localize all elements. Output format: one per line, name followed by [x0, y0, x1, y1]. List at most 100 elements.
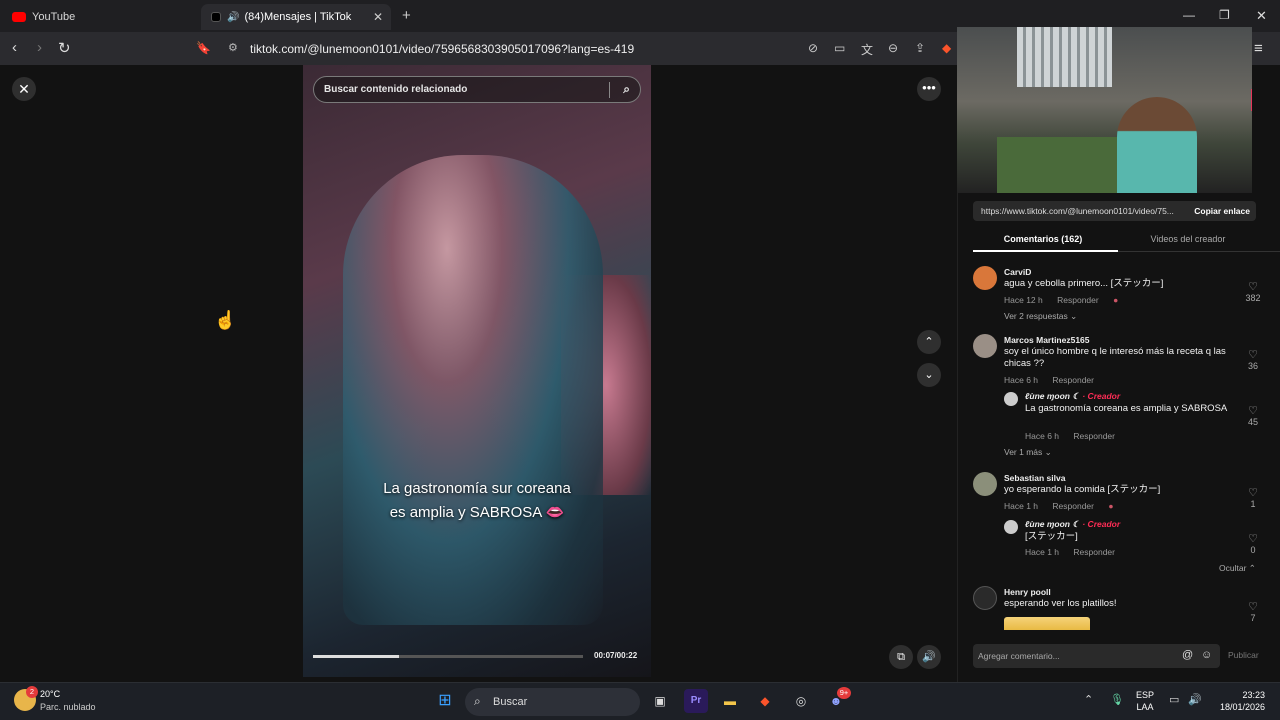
avatar[interactable]	[973, 334, 997, 358]
speaker-icon[interactable]: 🔊	[227, 12, 239, 23]
comment-user[interactable]: Sebastian silva	[1004, 473, 1065, 483]
close-tab-icon[interactable]: ✕	[373, 10, 383, 24]
temperature[interactable]: 20°C	[40, 689, 60, 699]
brave-browser-icon[interactable]: ◆	[753, 689, 777, 713]
system-clock[interactable]: 23:23 18/01/2026	[1212, 689, 1265, 713]
related-search-input[interactable]: Buscar contenido relacionado ⌕	[313, 76, 641, 103]
like-button[interactable]: ♡ 7	[1244, 600, 1262, 623]
site-settings-icon[interactable]: ⚙	[228, 41, 238, 54]
like-button[interactable]: ♡ 45	[1244, 404, 1262, 427]
avatar[interactable]	[973, 586, 997, 610]
back-button[interactable]: ‹	[12, 39, 17, 56]
close-video-button[interactable]: ✕	[12, 77, 36, 101]
heart-icon: ♡	[1248, 533, 1258, 545]
comment-user[interactable]: ℓùne ɱoon ☾ · Creador	[1025, 391, 1120, 402]
heart-icon: ♡	[1248, 349, 1258, 361]
comment-user[interactable]: Henry pooll	[1004, 587, 1051, 597]
app-icon[interactable]: ◎	[789, 689, 813, 713]
brave-shield-icon[interactable]: ◆	[942, 41, 951, 55]
share-icon[interactable]: ⇪	[915, 41, 925, 55]
active-tab-indicator	[973, 250, 1118, 252]
zoom-icon[interactable]: ⊖	[888, 41, 898, 55]
copy-link-button[interactable]: Copiar enlace	[1194, 206, 1250, 216]
reply-button[interactable]: Responder	[1057, 295, 1099, 305]
video-caption-line2: es amplia y SABROSA 👄	[389, 504, 565, 521]
comment-user[interactable]: ℓùne ɱoon ☾ · Creador	[1025, 519, 1120, 530]
like-button[interactable]: ♡ 1	[1244, 486, 1262, 509]
more-options-button[interactable]: •••	[917, 77, 941, 101]
input-language[interactable]: ESP LAA	[1136, 689, 1154, 713]
reply-button[interactable]: Responder	[1073, 431, 1115, 441]
video-progress-bar[interactable]	[313, 655, 583, 658]
emoji-icon[interactable]: ☺	[1201, 649, 1212, 661]
panel-tabs: Comentarios (162) Videos del creador	[973, 230, 1280, 252]
comment-user[interactable]: Marcos Martinez5165	[1004, 335, 1090, 345]
tab-comments[interactable]: Comentarios (162)	[973, 234, 1113, 244]
address-bar[interactable]: ⚙ tiktok.com/@lunemoon0101/video/7596568…	[222, 36, 967, 61]
url-text: tiktok.com/@lunemoon0101/video/759656830…	[250, 41, 635, 56]
heart-icon: ♡	[1248, 405, 1258, 417]
like-button[interactable]: ♡ 382	[1244, 280, 1262, 303]
translate-icon[interactable]: 文	[861, 41, 873, 58]
avatar[interactable]	[1004, 520, 1018, 534]
forward-button[interactable]: ›	[37, 39, 42, 56]
comment-time: Hace 12 h	[1004, 295, 1043, 305]
menu-icon[interactable]: ≡	[1254, 40, 1263, 57]
microphone-icon[interactable]: 🎙	[1110, 693, 1124, 706]
reply-button[interactable]: Responder	[1052, 501, 1094, 511]
tray-overflow-icon[interactable]: ⌃	[1084, 693, 1093, 706]
next-video-button[interactable]: ⌄	[917, 363, 941, 387]
minimize-icon[interactable]: —	[1183, 8, 1195, 22]
comment-user[interactable]: CarviD	[1004, 267, 1031, 277]
volume-tray-icon[interactable]: 🔊	[1188, 693, 1202, 706]
premiere-pro-icon[interactable]: Pr	[684, 689, 708, 713]
reply-button[interactable]: Responder	[1052, 375, 1094, 385]
hide-replies-button[interactable]: Ocultar ⌃	[1219, 563, 1256, 574]
taskbar-search[interactable]: ⌕ Buscar	[465, 688, 640, 716]
avatar[interactable]	[973, 472, 997, 496]
new-tab-button[interactable]: +	[402, 7, 411, 24]
reply-button[interactable]: Responder	[1073, 547, 1115, 557]
tab-tiktok[interactable]: 🔊 (84)Mensajes | TikTok ✕	[201, 4, 391, 30]
reload-button[interactable]: ↻	[58, 39, 71, 57]
avatar[interactable]	[973, 266, 997, 290]
webcam-overlay	[957, 27, 1252, 193]
task-view-icon[interactable]: ▣	[648, 689, 672, 713]
tab-youtube[interactable]: YouTube	[2, 4, 198, 30]
mention-icon[interactable]: @	[1182, 649, 1193, 661]
publish-button[interactable]: Publicar	[1228, 650, 1259, 660]
view-more-replies-button[interactable]: Ver 1 más ⌄	[1004, 447, 1052, 458]
creator-liked-icon: ●	[1113, 295, 1119, 305]
view-replies-button[interactable]: Ver 2 respuestas ⌄	[1004, 311, 1077, 322]
comment-input[interactable]: Agregar comentario... @ ☺	[973, 644, 1220, 668]
like-count: 45	[1247, 417, 1258, 427]
search-icon[interactable]: ⌕	[623, 82, 630, 97]
clock-time: 23:23	[1242, 690, 1265, 700]
video-caption-line1: La gastronomía sur coreana	[383, 480, 571, 497]
video-timecode: 00:07/00:22	[594, 651, 638, 660]
display-icon[interactable]: ▭	[1169, 693, 1179, 706]
like-button[interactable]: ♡ 36	[1244, 348, 1262, 371]
volume-button[interactable]: 🔊	[917, 645, 941, 669]
pink-marker	[1251, 89, 1252, 111]
cast-icon[interactable]: ▭	[834, 41, 845, 55]
bookmark-icon[interactable]: 🔖	[196, 41, 211, 55]
like-count: 1	[1250, 499, 1256, 509]
avatar[interactable]	[1004, 392, 1018, 406]
tab-creator-videos[interactable]: Videos del creador	[1118, 234, 1258, 244]
divider	[609, 82, 610, 98]
floating-player-button[interactable]: ⧉	[889, 645, 913, 669]
comment-text: La gastronomía coreana es amplia y SABRO…	[1025, 403, 1228, 414]
file-explorer-icon[interactable]: ▬	[718, 689, 742, 713]
share-link-box[interactable]: https://www.tiktok.com/@lunemoon0101/vid…	[973, 201, 1256, 221]
block-icon[interactable]: ⊘	[808, 41, 818, 55]
youtube-favicon-icon	[12, 12, 26, 22]
video-player[interactable]: Buscar contenido relacionado ⌕ La gastro…	[303, 65, 651, 677]
windows-start-icon[interactable]: ⊞	[433, 689, 457, 713]
like-count: 7	[1250, 613, 1256, 623]
like-button[interactable]: ♡ 0	[1244, 532, 1262, 555]
comment-meta: Hace 6 h Responder	[1004, 375, 1106, 385]
previous-video-button[interactable]: ⌃	[917, 330, 941, 354]
restore-icon[interactable]: ❐	[1219, 8, 1230, 22]
close-window-icon[interactable]: ✕	[1256, 8, 1267, 24]
